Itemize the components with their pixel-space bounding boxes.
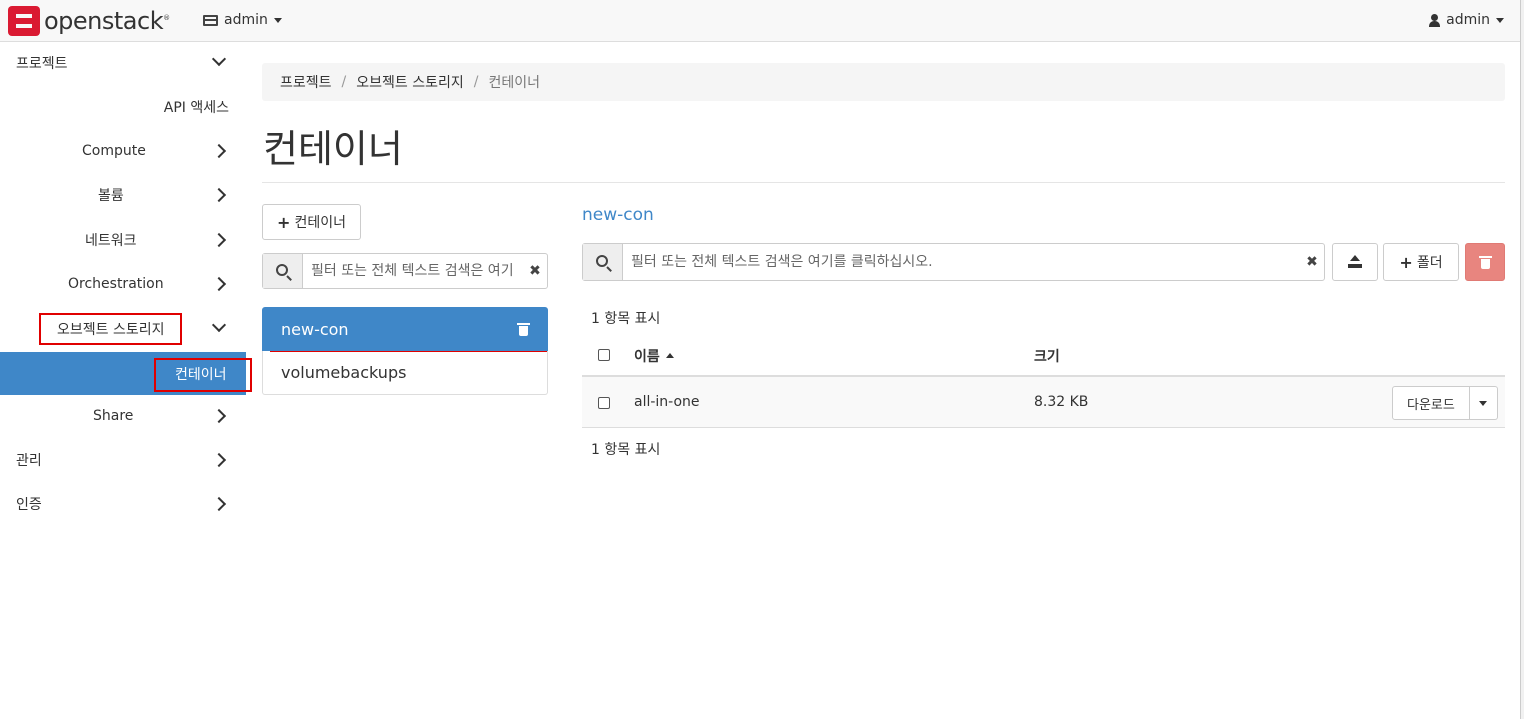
openstack-logo[interactable]: openstack® — [8, 6, 170, 36]
sidebar-item-compute[interactable]: Compute — [0, 131, 246, 171]
chevron-right-icon — [211, 408, 227, 424]
sidebar-item-label: Share — [93, 408, 134, 424]
search-icon — [595, 255, 608, 267]
sidebar-item-label: Compute — [82, 143, 146, 159]
user-name: admin — [1446, 12, 1490, 28]
plus-icon: + — [1399, 252, 1413, 272]
sidebar-item-network[interactable]: 네트워크 — [0, 220, 246, 260]
project-selector[interactable]: admin — [203, 12, 282, 28]
sidebar-item-admin[interactable]: 관리 — [0, 440, 246, 480]
window-scrollbar[interactable] — [1520, 0, 1524, 719]
chevron-right-icon — [211, 496, 227, 512]
breadcrumb-separator: / — [341, 74, 347, 90]
sidebar-item-api-access[interactable]: API 액세스 — [0, 87, 246, 127]
sidebar-item-label: Orchestration — [68, 276, 164, 292]
search-addon — [583, 244, 623, 280]
container-name: new-con — [281, 319, 349, 339]
sort-ascending-icon — [665, 353, 674, 358]
chevron-right-icon — [211, 232, 227, 248]
sidebar-item-label: API 액세스 — [163, 100, 229, 116]
delete-objects-button[interactable] — [1465, 243, 1505, 281]
chevron-right-icon — [211, 143, 227, 159]
item-count-bottom: 1 항목 표시 — [591, 442, 661, 458]
project-icon — [203, 14, 218, 26]
sidebar-item-project[interactable]: 프로젝트 — [0, 43, 246, 83]
project-name: admin — [224, 12, 268, 28]
brand-name: openstack — [44, 7, 164, 35]
column-header-name-label: 이름 — [634, 349, 660, 365]
sidebar: 프로젝트 API 액세스 Compute 볼륨 네트워크 Orchestrati… — [0, 43, 246, 719]
container-item-new-con[interactable]: new-con — [262, 307, 548, 351]
add-folder-label: 폴더 — [1416, 255, 1443, 271]
divider — [262, 182, 1505, 183]
breadcrumb-separator: / — [473, 74, 479, 90]
sidebar-item-label: 인증 — [16, 497, 42, 513]
row-checkbox[interactable] — [598, 397, 610, 409]
sidebar-item-object-storage[interactable]: 오브젝트 스토리지 — [0, 309, 246, 349]
sidebar-item-label: 네트워크 — [85, 233, 137, 249]
sidebar-item-label: 관리 — [16, 453, 42, 469]
breadcrumb-object-storage[interactable]: 오브젝트 스토리지 — [356, 72, 464, 92]
row-actions-dropdown[interactable] — [1469, 386, 1498, 420]
brand-registered-mark: ® — [163, 14, 170, 22]
sidebar-item-label: 컨테이너 — [175, 366, 227, 383]
sidebar-item-label: 오브젝트 스토리지 — [57, 322, 165, 338]
column-header-name[interactable]: 이름 — [634, 346, 674, 366]
container-filter: ✖ — [262, 253, 548, 289]
container-item-volumebackups[interactable]: volumebackups — [262, 351, 548, 395]
breadcrumb-project[interactable]: 프로젝트 — [280, 72, 332, 92]
add-container-button[interactable]: + 컨테이너 — [262, 204, 361, 240]
select-all-checkbox[interactable] — [598, 349, 610, 361]
object-name[interactable]: all-in-one — [634, 394, 700, 410]
object-search-input[interactable] — [623, 244, 1300, 280]
sidebar-item-orchestration[interactable]: Orchestration — [0, 264, 246, 304]
download-button-group: 다운로드 — [1392, 386, 1498, 420]
selected-container-title[interactable]: new-con — [582, 205, 654, 225]
caret-down-icon — [273, 17, 282, 23]
item-count-top: 1 항목 표시 — [591, 311, 661, 327]
sidebar-item-identity[interactable]: 인증 — [0, 484, 246, 524]
clear-search-icon[interactable]: ✖ — [1300, 244, 1324, 280]
top-navbar: openstack® admin admin — [0, 0, 1520, 42]
container-search-input[interactable] — [303, 254, 523, 288]
sidebar-item-volumes[interactable]: 볼륨 — [0, 175, 246, 215]
user-menu[interactable]: admin — [1429, 12, 1504, 28]
object-filter: ✖ — [582, 243, 1325, 281]
chevron-right-icon — [211, 276, 227, 292]
search-addon — [263, 254, 303, 288]
table-row: all-in-one 8.32 KB — [582, 377, 1505, 428]
trash-icon — [1479, 256, 1492, 269]
chevron-right-icon — [211, 452, 227, 468]
plus-icon: + — [277, 212, 291, 232]
breadcrumb-current: 컨테이너 — [488, 75, 540, 91]
sidebar-item-label: 볼륨 — [98, 188, 124, 204]
container-name: volumebackups — [281, 363, 407, 382]
search-icon — [275, 264, 288, 276]
clear-search-icon[interactable]: ✖ — [523, 254, 547, 288]
add-container-label: 컨테이너 — [294, 215, 346, 231]
caret-down-icon — [1496, 17, 1504, 23]
delete-container-icon[interactable] — [517, 323, 530, 336]
sidebar-item-share[interactable]: Share — [0, 396, 246, 436]
column-header-size[interactable]: 크기 — [1034, 346, 1060, 366]
openstack-logo-icon — [8, 6, 40, 36]
page-title: 컨테이너 — [263, 127, 403, 171]
object-size: 8.32 KB — [1034, 394, 1089, 410]
chevron-right-icon — [211, 187, 227, 203]
breadcrumb: 프로젝트 / 오브젝트 스토리지 / 컨테이너 — [262, 63, 1505, 101]
add-folder-button[interactable]: + 폴더 — [1383, 243, 1459, 281]
upload-file-button[interactable] — [1332, 243, 1378, 281]
sidebar-item-label: 프로젝트 — [16, 56, 68, 72]
upload-icon — [1348, 255, 1362, 269]
sidebar-item-containers[interactable]: 컨테이너 — [0, 352, 246, 395]
container-list: new-con volumebackups — [262, 307, 548, 395]
user-icon — [1429, 13, 1441, 27]
download-button[interactable]: 다운로드 — [1392, 386, 1470, 420]
chevron-down-icon — [211, 317, 227, 333]
caret-down-icon — [1479, 400, 1488, 406]
chevron-down-icon — [211, 51, 227, 67]
